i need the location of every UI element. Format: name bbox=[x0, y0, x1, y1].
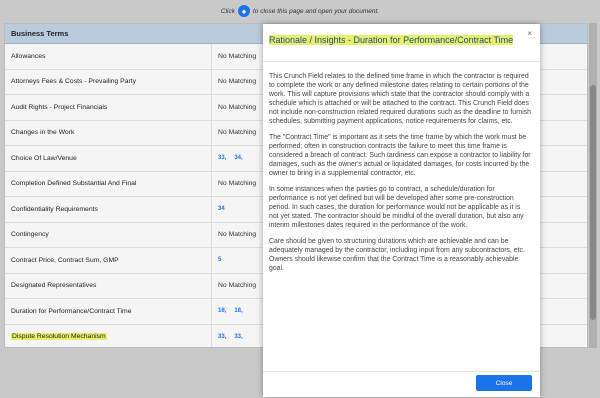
page-link[interactable]: 18, bbox=[234, 308, 242, 314]
term-label: Attorneys Fees & Costs - Prevailing Part… bbox=[11, 78, 137, 86]
close-page-icon[interactable]: ● bbox=[237, 5, 250, 17]
term-name: Dispute Resolution Mechanism bbox=[5, 324, 212, 347]
term-name: Audit Rights - Project Financials bbox=[5, 95, 212, 120]
page-link[interactable]: 33, bbox=[218, 334, 226, 340]
term-matches: 33, 33, bbox=[212, 334, 243, 340]
term-name: Designated Representatives bbox=[5, 273, 212, 298]
term-matches: 33, 34, bbox=[212, 155, 243, 161]
hint-prefix: Click bbox=[220, 7, 235, 15]
term-name: Contract Price, Contract Sum, GMP bbox=[5, 248, 212, 273]
page-link[interactable]: 33, bbox=[218, 155, 226, 161]
modal-title: Rationale / Insights - Duration for Perf… bbox=[269, 35, 514, 45]
term-label: Designated Representatives bbox=[11, 282, 97, 290]
term-name: Completion Defined Substantial And Final bbox=[5, 171, 212, 196]
term-name: Changes in the Work bbox=[5, 120, 212, 145]
modal-paragraph: Care should be given to structuring dura… bbox=[269, 238, 525, 272]
term-matches: No Matching bbox=[212, 78, 256, 85]
term-label: Duration for Performance/Contract Time bbox=[11, 307, 132, 315]
no-matching-text: No Matching bbox=[218, 282, 257, 290]
modal-footer: Close bbox=[263, 371, 540, 397]
term-matches: No Matching bbox=[212, 180, 256, 187]
term-label: Audit Rights - Project Financials bbox=[11, 103, 108, 111]
term-name: Allowances bbox=[5, 44, 212, 69]
term-name: Confidentiality Requirements bbox=[5, 197, 212, 222]
no-matching-text: No Matching bbox=[218, 78, 257, 86]
hint-suffix: to close this page and open your documen… bbox=[252, 7, 380, 15]
term-label: Allowances bbox=[11, 52, 46, 60]
page-link[interactable]: 34 bbox=[218, 206, 225, 212]
term-matches: 16, 18, bbox=[212, 308, 243, 314]
term-name: Contingency bbox=[5, 222, 212, 247]
term-matches: 34 bbox=[212, 206, 225, 212]
term-label: Confidentiality Requirements bbox=[11, 205, 98, 213]
modal-paragraph: In some instances when the parties go to… bbox=[269, 186, 524, 229]
no-matching-text: No Matching bbox=[218, 129, 257, 137]
no-matching-text: No Matching bbox=[218, 103, 257, 111]
header-business-terms: Business Terms bbox=[11, 29, 69, 38]
modal-header: Rationale / Insights - Duration for Perf… bbox=[263, 24, 540, 62]
no-matching-text: No Matching bbox=[218, 231, 257, 239]
term-name: Duration for Performance/Contract Time bbox=[5, 299, 212, 324]
no-matching-text: No Matching bbox=[218, 52, 257, 60]
term-label: Contingency bbox=[11, 231, 49, 239]
close-icon[interactable]: × bbox=[527, 29, 532, 38]
term-matches: No Matching bbox=[212, 231, 256, 238]
rationale-modal: Rationale / Insights - Duration for Perf… bbox=[263, 24, 540, 397]
modal-paragraph: This Crunch Field relates to the defined… bbox=[269, 73, 532, 125]
close-page-hint: Click ● to close this page and open your… bbox=[0, 0, 600, 22]
term-matches: No Matching bbox=[212, 129, 256, 136]
close-button[interactable]: Close bbox=[476, 375, 532, 391]
scrollbar[interactable] bbox=[589, 23, 597, 348]
modal-paragraph: The "Contract Time" is important as it s… bbox=[269, 134, 531, 177]
term-label: Changes in the Work bbox=[11, 129, 75, 137]
page-link[interactable]: 34, bbox=[234, 155, 242, 161]
modal-body: This Crunch Field relates to the defined… bbox=[269, 72, 531, 280]
no-matching-text: No Matching bbox=[218, 180, 257, 188]
term-matches: No Matching bbox=[212, 282, 256, 289]
term-label: Completion Defined Substantial And Final bbox=[11, 180, 137, 188]
term-name: Choice Of Law/Venue bbox=[5, 146, 212, 171]
term-name: Attorneys Fees & Costs - Prevailing Part… bbox=[5, 69, 212, 94]
term-label: Contract Price, Contract Sum, GMP bbox=[11, 256, 119, 264]
term-matches: No Matching bbox=[212, 53, 256, 60]
page-link[interactable]: 33, bbox=[234, 334, 242, 340]
term-matches: 5 bbox=[212, 257, 221, 263]
term-label: Dispute Resolution Mechanism bbox=[11, 333, 107, 341]
page-link[interactable]: 5 bbox=[218, 257, 221, 263]
scrollbar-thumb[interactable] bbox=[590, 85, 596, 320]
term-matches: No Matching bbox=[212, 104, 256, 111]
page-link[interactable]: 16, bbox=[218, 308, 226, 314]
term-label: Choice Of Law/Venue bbox=[11, 154, 77, 162]
